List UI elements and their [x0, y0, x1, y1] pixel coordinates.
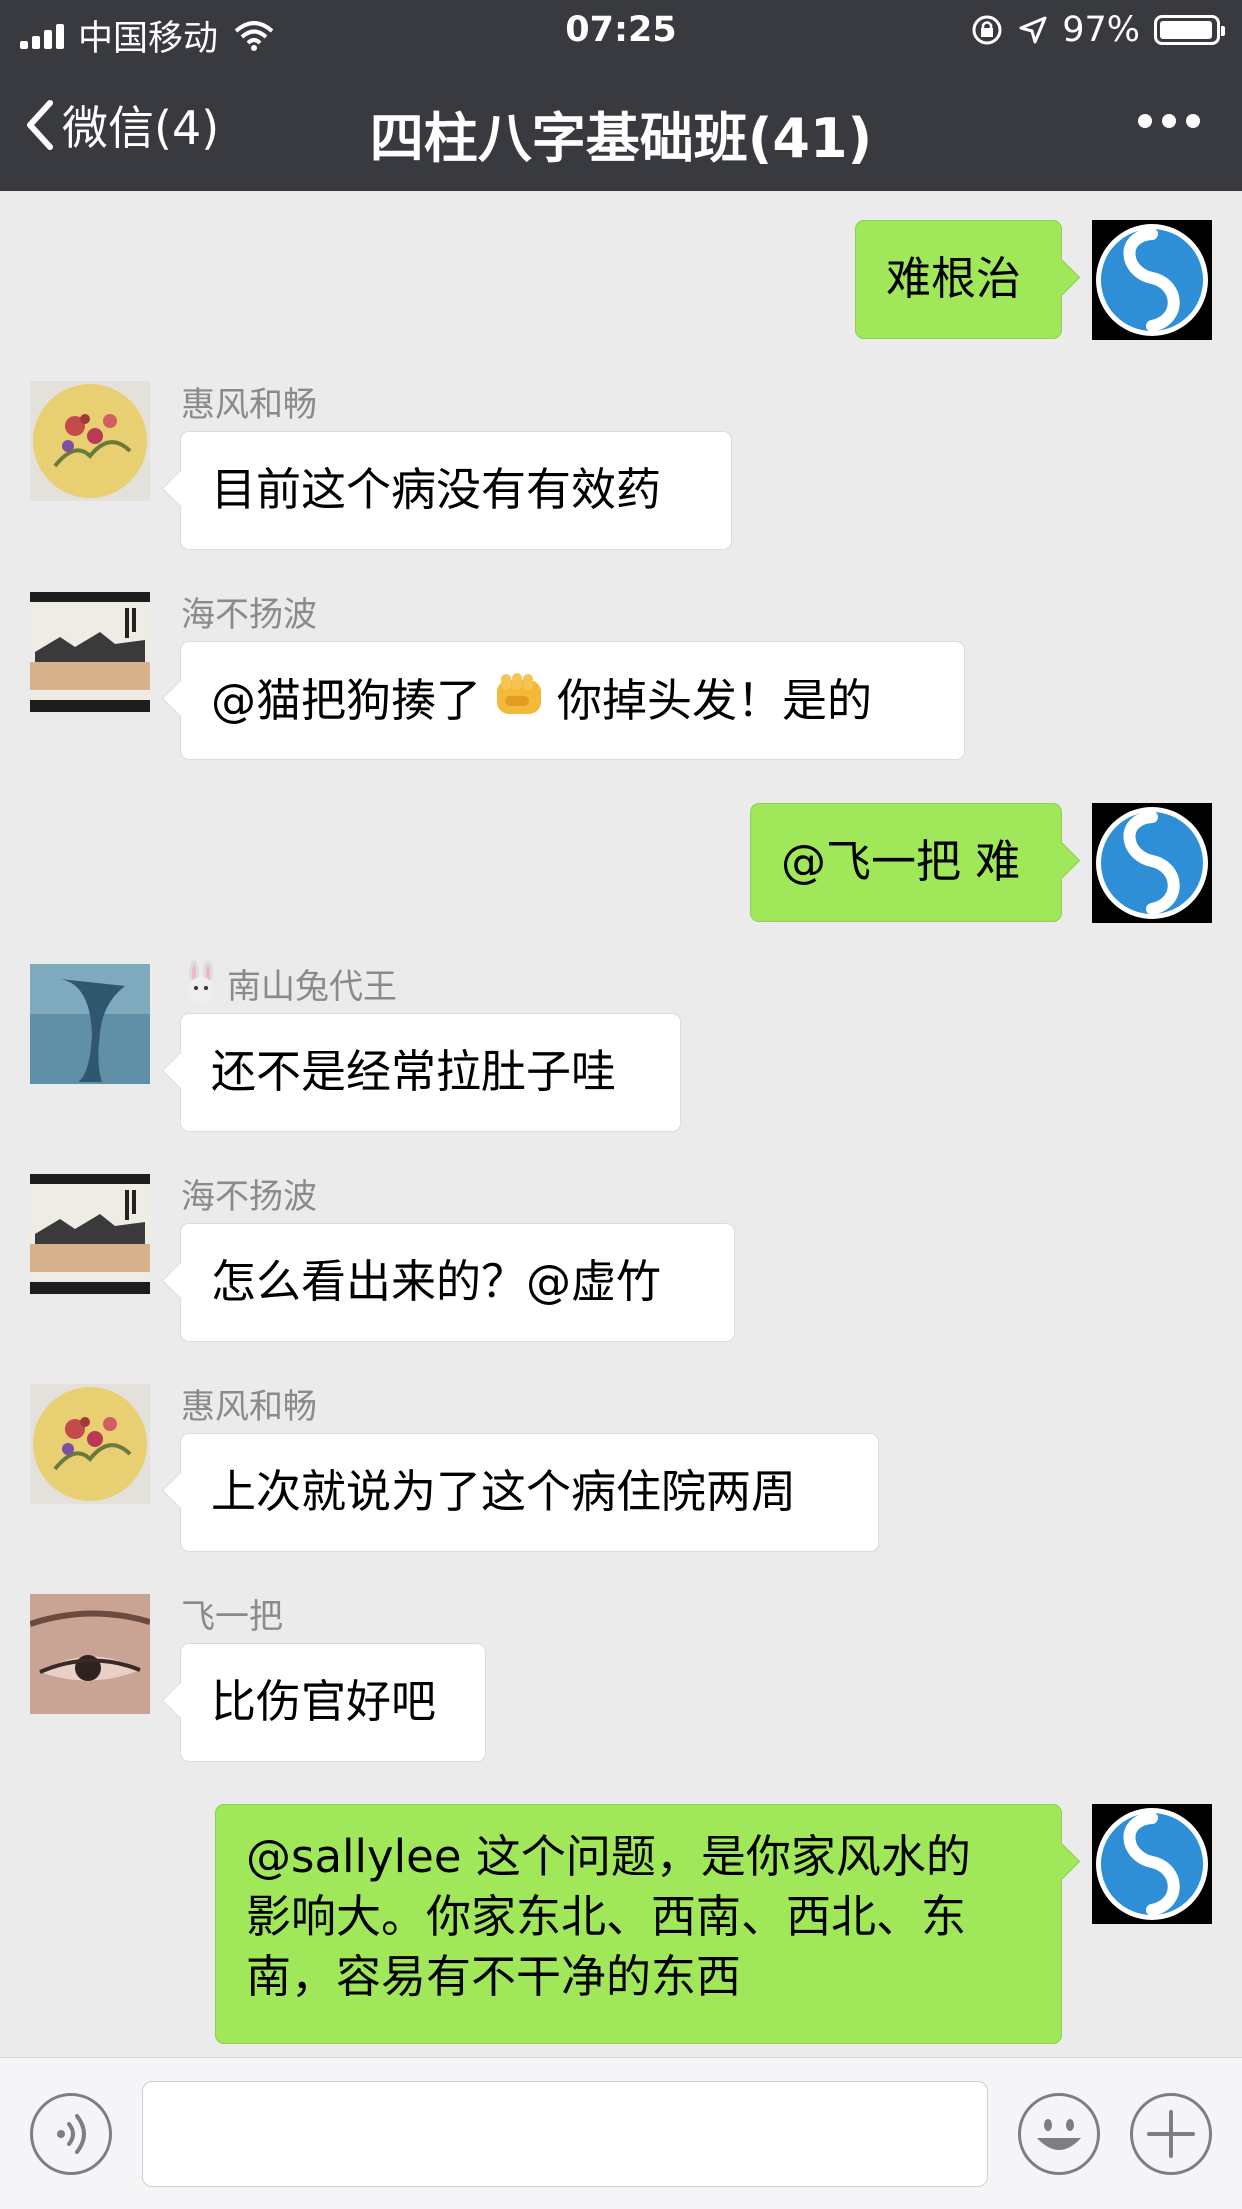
- landscape-scroll-avatar[interactable]: [30, 592, 150, 712]
- voice-icon: [57, 2114, 86, 2154]
- rabbit-emoji: [188, 960, 214, 1003]
- fist-emoji: [497, 673, 542, 714]
- sender-name: 海不扬波: [181, 595, 317, 635]
- voice-button[interactable]: [30, 2093, 112, 2175]
- message-text-line: 南，容易有不干净的东西: [246, 1950, 742, 2003]
- message-text: 目前这个病没有有效药: [211, 463, 662, 516]
- eye-photo-avatar[interactable]: [30, 1594, 150, 1714]
- sender-name: 海不扬波: [181, 1177, 317, 1217]
- message-bubble[interactable]: 比伤官好吧: [180, 1643, 486, 1762]
- message-text: 比伤官好吧: [211, 1675, 437, 1728]
- message-bubble[interactable]: 目前这个病没有有效药: [180, 431, 732, 550]
- message-input[interactable]: [142, 2081, 988, 2187]
- landscape-scroll-avatar[interactable]: [30, 1174, 150, 1294]
- message-bubble[interactable]: 还不是经常拉肚子哇: [180, 1013, 681, 1132]
- chat-title: 四柱八字基础班(41): [369, 107, 873, 170]
- input-bar: [0, 2057, 1242, 2209]
- message-text: 你掉头发！是的: [557, 674, 873, 727]
- message-text: 怎么看出来的？@虚竹: [211, 1255, 662, 1308]
- chat-area[interactable]: 难根治 惠风和畅 目前这个病没有有效药 海不扬波 @猫把狗揍了 你掉头发！是的 @…: [0, 191, 1242, 2057]
- message-text: @猫把狗揍了: [211, 674, 482, 727]
- location-icon: [1019, 16, 1047, 44]
- logo-avatar[interactable]: [1092, 803, 1212, 923]
- message-text: @飞一把 难: [781, 835, 1021, 888]
- message-text: 上次就说为了这个病住院两周: [211, 1465, 797, 1518]
- status-bar: 中国移动 07:25 97%: [0, 0, 1242, 62]
- whale-avatar[interactable]: [30, 964, 150, 1084]
- nav-bar: 微信(4) 四柱八字基础班(41): [0, 62, 1242, 191]
- flower-painting-avatar[interactable]: [30, 381, 150, 501]
- sender-name-text: 南山兔代王: [227, 967, 397, 1007]
- emoji-icon: [1037, 2119, 1081, 2150]
- sender-name: 惠风和畅: [181, 385, 317, 425]
- more-icon[interactable]: [1138, 114, 1200, 128]
- message-bubble[interactable]: @sallylee 这个问题，是你家风水的 影响大。你家东北、西南、西北、东 南…: [215, 1804, 1062, 2044]
- flower-painting-avatar[interactable]: [30, 1384, 150, 1504]
- message-text: 难根治: [886, 252, 1022, 305]
- lock-rotation-icon: [972, 15, 1002, 45]
- plus-button[interactable]: [1130, 2093, 1212, 2175]
- emoji-button[interactable]: [1018, 2093, 1100, 2175]
- sender-name: 南山兔代王: [181, 959, 397, 1008]
- top-bar: 中国移动 07:25 97% 微信(4) 四柱八字基础班(41): [0, 0, 1242, 191]
- message-text-line: @sallylee 这个问题，是你家风水的: [246, 1830, 971, 1883]
- message-text-line: 影响大。你家东北、西南、西北、东: [246, 1890, 967, 1943]
- message-bubble[interactable]: @飞一把 难: [750, 803, 1062, 922]
- battery-icon: [1154, 15, 1225, 45]
- battery-percent: 97%: [1062, 10, 1140, 50]
- plus-icon: [1147, 2110, 1195, 2158]
- message-text: 还不是经常拉肚子哇: [211, 1045, 617, 1098]
- message-bubble[interactable]: 难根治: [855, 220, 1062, 339]
- sender-name: 飞一把: [181, 1597, 283, 1637]
- message-bubble[interactable]: 怎么看出来的？@虚竹: [180, 1223, 735, 1342]
- logo-avatar[interactable]: [1092, 220, 1212, 340]
- message-bubble[interactable]: @猫把狗揍了 你掉头发！是的: [180, 641, 965, 760]
- message-bubble[interactable]: 上次就说为了这个病住院两周: [180, 1433, 879, 1552]
- logo-avatar[interactable]: [1092, 1804, 1212, 1924]
- sender-name: 惠风和畅: [181, 1387, 317, 1427]
